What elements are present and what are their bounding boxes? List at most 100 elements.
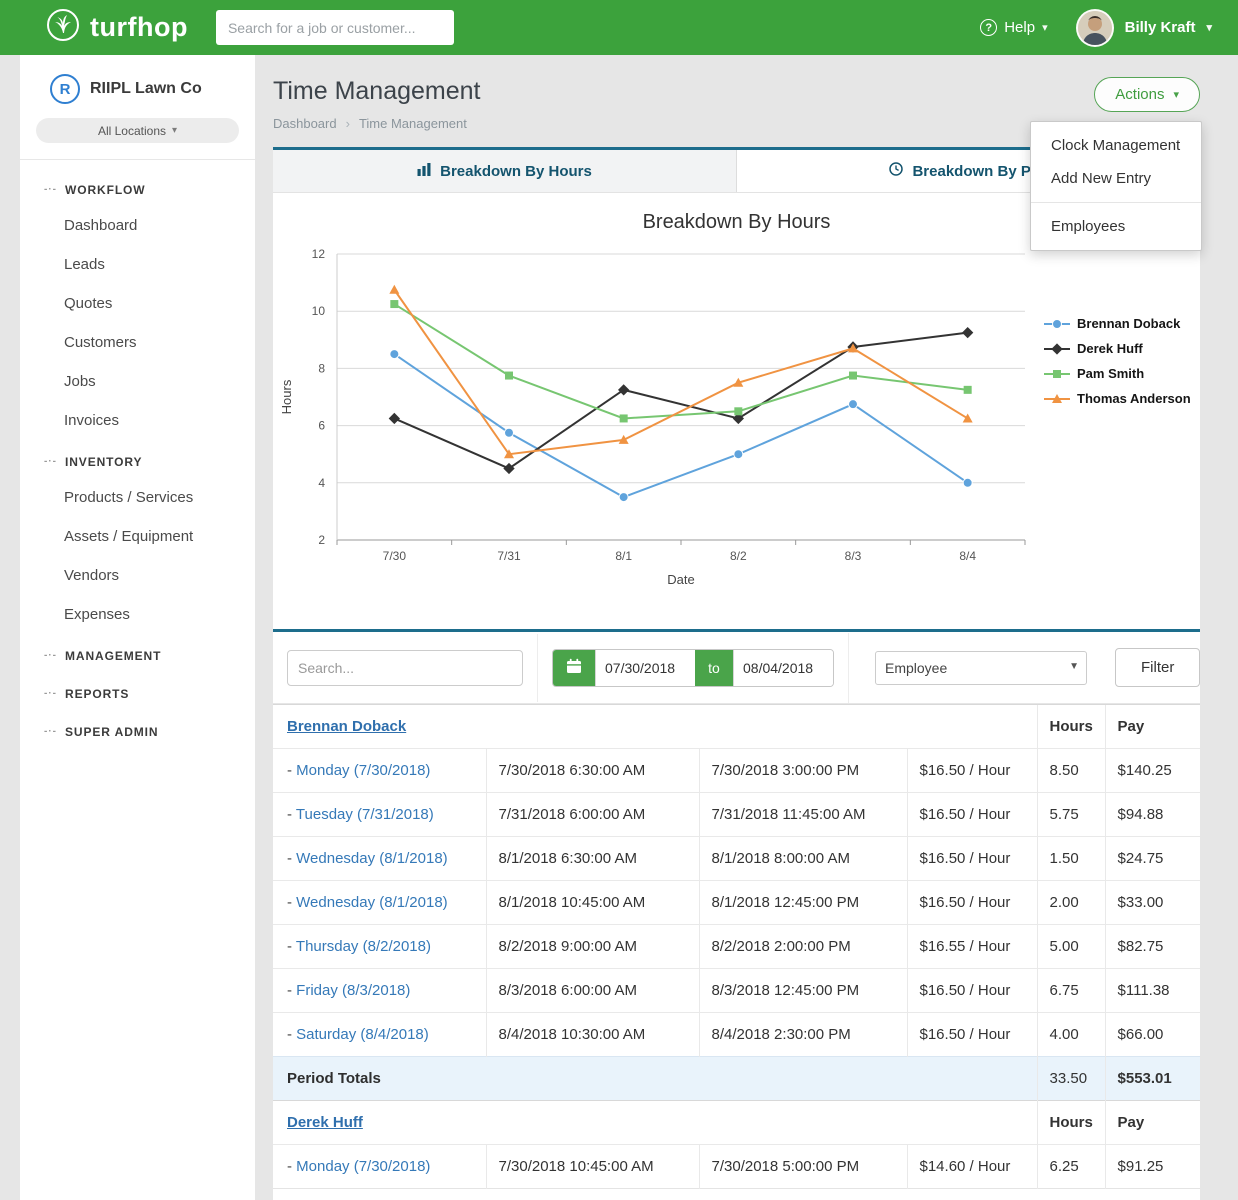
hours-cell: 2.00 xyxy=(1037,881,1105,925)
sidebar-item[interactable]: Quotes xyxy=(20,284,255,323)
time-entries-table: Brennan DobackHoursPay- Monday (7/30/201… xyxy=(273,704,1200,1189)
svg-text:4: 4 xyxy=(318,476,325,490)
breadcrumb-dashboard[interactable]: Dashboard xyxy=(273,116,337,131)
actions-menu: Clock ManagementAdd New Entry Employees xyxy=(1030,121,1202,251)
menu-item[interactable]: Employees xyxy=(1031,210,1201,243)
user-menu[interactable]: Billy Kraft ▾ xyxy=(1076,9,1212,47)
pay-cell: $24.75 xyxy=(1105,837,1200,881)
pay-cell: $82.75 xyxy=(1105,925,1200,969)
hours-cell: 1.50 xyxy=(1037,837,1105,881)
filter-button[interactable]: Filter xyxy=(1115,648,1200,687)
day-link[interactable]: Friday (8/3/2018) xyxy=(296,982,410,999)
legend-item[interactable]: Pam Smith xyxy=(1043,366,1191,381)
time-entry-row: - Thursday (8/2/2018)8/2/2018 9:00:00 AM… xyxy=(273,925,1200,969)
menu-divider xyxy=(1031,202,1201,203)
pay-cell: $94.88 xyxy=(1105,793,1200,837)
help-menu[interactable]: ? Help ▾ xyxy=(980,19,1047,36)
day-link[interactable]: Monday (7/30/2018) xyxy=(296,1158,430,1175)
sidebar-section-header[interactable]: -·-WORKFLOW xyxy=(20,168,255,206)
actions-label: Actions xyxy=(1115,86,1164,103)
clock-in-cell: 7/30/2018 6:30:00 AM xyxy=(486,749,699,793)
brand-logo[interactable]: turfhop xyxy=(46,8,188,47)
menu-item[interactable]: Clock Management xyxy=(1031,129,1201,162)
help-label: Help xyxy=(1004,19,1035,36)
svg-text:8/4: 8/4 xyxy=(959,549,976,563)
legend-item[interactable]: Brennan Doback xyxy=(1043,316,1191,331)
rate-cell: $16.50 / Hour xyxy=(907,793,1037,837)
day-prefix: - xyxy=(287,850,296,867)
day-link[interactable]: Tuesday (7/31/2018) xyxy=(296,806,434,823)
table-search-input[interactable] xyxy=(287,650,523,686)
employee-name-link[interactable]: Derek Huff xyxy=(287,1114,363,1131)
day-link[interactable]: Wednesday (8/1/2018) xyxy=(296,850,448,867)
topbar: turfhop ? Help ▾ Billy Kraft ▾ xyxy=(0,0,1238,55)
svg-text:8: 8 xyxy=(318,361,325,375)
day-prefix: - xyxy=(287,1158,296,1175)
day-prefix: - xyxy=(287,806,296,823)
time-entry-row: - Friday (8/3/2018)8/3/2018 6:00:00 AM8/… xyxy=(273,969,1200,1013)
day-link[interactable]: Saturday (8/4/2018) xyxy=(296,1026,429,1043)
date-from-input[interactable] xyxy=(595,650,695,686)
chevron-down-icon: ▾ xyxy=(172,125,177,136)
user-avatar xyxy=(1076,9,1114,47)
day-link[interactable]: Monday (7/30/2018) xyxy=(296,762,430,779)
sidebar-item[interactable]: Assets / Equipment xyxy=(20,517,255,556)
clock-in-cell: 8/1/2018 10:45:00 AM xyxy=(486,881,699,925)
day-link[interactable]: Thursday (8/2/2018) xyxy=(296,938,431,955)
calendar-button[interactable] xyxy=(553,650,595,686)
sidebar-item[interactable]: Leads xyxy=(20,245,255,284)
sidebar: R RIIPL Lawn Co All Locations ▾ -·-WORKF… xyxy=(20,55,255,1200)
legend-item[interactable]: Thomas Anderson xyxy=(1043,391,1191,406)
clock-out-cell: 8/4/2018 2:30:00 PM xyxy=(699,1013,907,1057)
user-name: Billy Kraft xyxy=(1125,19,1196,36)
sidebar-item[interactable]: Expenses xyxy=(20,595,255,634)
tab-breakdown-by-hours[interactable]: Breakdown By Hours xyxy=(273,150,736,192)
chevron-down-icon: ▾ xyxy=(1206,21,1212,34)
employee-filter-select[interactable]: Employee xyxy=(875,651,1087,685)
clock-out-cell: 8/1/2018 12:45:00 PM xyxy=(699,881,907,925)
sidebar-section-header[interactable]: -·-MANAGEMENT xyxy=(20,634,255,672)
total-hours-cell: 33.50 xyxy=(1037,1057,1105,1101)
sidebar-section-header[interactable]: -·-SUPER ADMIN xyxy=(20,710,255,748)
global-search-input[interactable] xyxy=(216,10,454,45)
clock-icon xyxy=(889,162,903,180)
chevron-down-icon: ▾ xyxy=(1042,21,1048,34)
tab-label: Breakdown By Hours xyxy=(440,163,592,180)
sidebar-item[interactable]: Invoices xyxy=(20,401,255,440)
sidebar-item[interactable]: Jobs xyxy=(20,362,255,401)
date-to-input[interactable] xyxy=(733,650,833,686)
sidebar-section-header[interactable]: -·-INVENTORY xyxy=(20,440,255,478)
collapse-icon: -·- xyxy=(44,185,57,195)
clock-in-cell: 8/1/2018 6:30:00 AM xyxy=(486,837,699,881)
clock-out-cell: 8/1/2018 8:00:00 AM xyxy=(699,837,907,881)
hours-cell: 8.50 xyxy=(1037,749,1105,793)
time-entry-row: - Tuesday (7/31/2018)7/31/2018 6:00:00 A… xyxy=(273,793,1200,837)
company-switcher[interactable]: R RIIPL Lawn Co xyxy=(36,74,239,104)
menu-item[interactable]: Add New Entry xyxy=(1031,162,1201,195)
actions-button[interactable]: Actions ▾ xyxy=(1094,77,1200,112)
sidebar-nav: -·-WORKFLOWDashboardLeadsQuotesCustomers… xyxy=(20,160,255,778)
pay-cell: $111.38 xyxy=(1105,969,1200,1013)
clock-out-cell: 8/2/2018 2:00:00 PM xyxy=(699,925,907,969)
period-totals-label: Period Totals xyxy=(273,1057,1037,1101)
legend-marker-icon xyxy=(1043,343,1071,355)
employee-name-link[interactable]: Brennan Doback xyxy=(287,718,406,735)
day-link[interactable]: Wednesday (8/1/2018) xyxy=(296,894,448,911)
sidebar-item[interactable]: Products / Services xyxy=(20,478,255,517)
pay-column-header: Pay xyxy=(1105,705,1200,749)
day-prefix: - xyxy=(287,982,296,999)
clock-out-cell: 7/30/2018 5:00:00 PM xyxy=(699,1145,907,1189)
clock-in-cell: 8/3/2018 6:00:00 AM xyxy=(486,969,699,1013)
sidebar-section-header[interactable]: -·-REPORTS xyxy=(20,672,255,710)
rate-cell: $16.50 / Hour xyxy=(907,837,1037,881)
svg-text:8/2: 8/2 xyxy=(730,549,747,563)
sidebar-item[interactable]: Dashboard xyxy=(20,206,255,245)
sidebar-item[interactable]: Customers xyxy=(20,323,255,362)
legend-item[interactable]: Derek Huff xyxy=(1043,341,1191,356)
locations-dropdown[interactable]: All Locations ▾ xyxy=(36,118,239,143)
svg-text:12: 12 xyxy=(312,247,326,261)
day-prefix: - xyxy=(287,1026,296,1043)
hours-cell: 4.00 xyxy=(1037,1013,1105,1057)
company-avatar: R xyxy=(50,74,80,104)
sidebar-item[interactable]: Vendors xyxy=(20,556,255,595)
